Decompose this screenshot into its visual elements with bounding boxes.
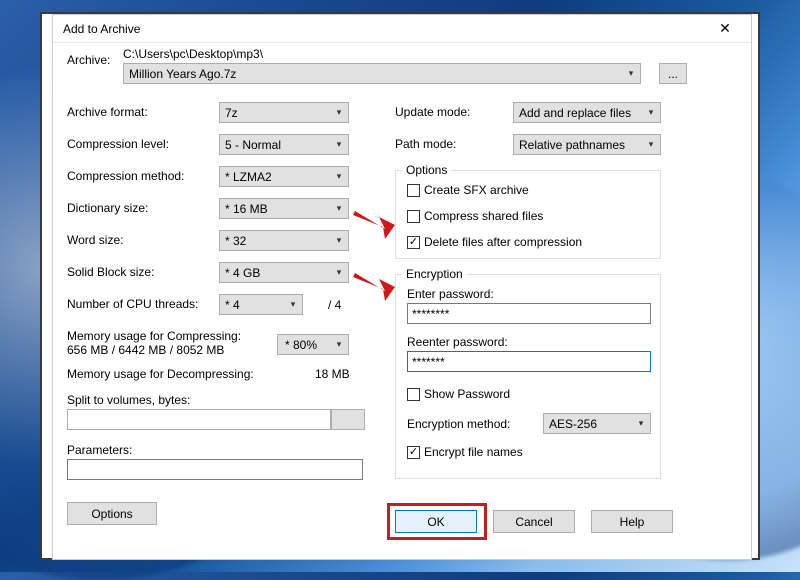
dict-value: * 16 MB (225, 202, 268, 216)
format-label: Archive format: (67, 105, 148, 119)
split-label: Split to volumes, bytes: (67, 393, 190, 407)
encnames-checkbox[interactable] (407, 446, 420, 459)
archive-path-text: C:\Users\pc\Desktop\mp3\ (123, 47, 263, 61)
threads-value: * 4 (225, 298, 240, 312)
encnames-label: Encrypt file names (424, 445, 523, 459)
word-label: Word size: (67, 233, 123, 247)
dict-label: Dictionary size: (67, 201, 148, 215)
word-value: * 32 (225, 234, 246, 248)
mem-compress-value: 656 MB / 6442 MB / 8052 MB (67, 343, 224, 357)
path-mode-label: Path mode: (395, 137, 456, 151)
params-input[interactable] (67, 459, 363, 480)
browse-button[interactable]: ... (659, 63, 687, 84)
options-group-legend: Options (402, 163, 451, 177)
annotation-arrow-icon (351, 205, 395, 239)
dialog-body: Archive: C:\Users\pc\Desktop\mp3\ Millio… (63, 45, 741, 549)
method-label: Compression method: (67, 169, 184, 183)
shared-checkbox[interactable] (407, 210, 420, 223)
encnames-checkbox-row[interactable]: Encrypt file names (407, 445, 523, 459)
screenshot-frame: Add to Archive ✕ Archive: C:\Users\pc\De… (40, 12, 760, 560)
sfx-label: Create SFX archive (424, 183, 529, 197)
encmethod-label: Encryption method: (407, 417, 510, 431)
params-label: Parameters: (67, 443, 132, 457)
pw1-label: Enter password: (407, 287, 494, 301)
format-combo[interactable] (219, 102, 349, 123)
split-dropdown-button[interactable] (331, 409, 365, 430)
sfx-checkbox[interactable] (407, 184, 420, 197)
showpw-label: Show Password (424, 387, 510, 401)
showpw-checkbox[interactable] (407, 388, 420, 401)
pw2-input[interactable] (407, 351, 651, 372)
sfx-checkbox-row[interactable]: Create SFX archive (407, 183, 529, 197)
ok-button[interactable]: OK (395, 510, 477, 533)
encmethod-value: AES-256 (549, 417, 597, 431)
split-combo[interactable] (67, 409, 331, 430)
delete-after-label: Delete files after compression (424, 235, 582, 249)
delete-after-checkbox[interactable] (407, 236, 420, 249)
titlebar: Add to Archive ✕ (53, 15, 751, 43)
block-value: * 4 GB (225, 266, 260, 280)
mem-pct-value: * 80% (285, 338, 317, 352)
encryption-group-legend: Encryption (402, 267, 467, 281)
cancel-button[interactable]: Cancel (493, 510, 575, 533)
format-value: 7z (225, 106, 238, 120)
delete-after-checkbox-row[interactable]: Delete files after compression (407, 235, 582, 249)
block-label: Solid Block size: (67, 265, 154, 279)
threads-label: Number of CPU threads: (67, 297, 198, 311)
update-mode-value: Add and replace files (519, 106, 631, 120)
shared-label: Compress shared files (424, 209, 543, 223)
mem-decompress-label: Memory usage for Decompressing: (67, 367, 254, 381)
path-mode-value: Relative pathnames (519, 138, 625, 152)
threads-total: / 4 (328, 298, 341, 312)
pw1-input[interactable] (407, 303, 651, 324)
level-value: 5 - Normal (225, 138, 281, 152)
options-button[interactable]: Options (67, 502, 157, 525)
window-title: Add to Archive (63, 22, 705, 36)
annotation-arrow-icon (351, 267, 395, 301)
dialog-add-to-archive: Add to Archive ✕ Archive: C:\Users\pc\De… (52, 14, 752, 560)
archive-file-combo-value: Million Years Ago.7z (129, 67, 236, 81)
level-label: Compression level: (67, 137, 169, 151)
archive-label: Archive: (67, 53, 110, 67)
shared-checkbox-row[interactable]: Compress shared files (407, 209, 543, 223)
mem-compress-label: Memory usage for Compressing: (67, 329, 241, 343)
showpw-checkbox-row[interactable]: Show Password (407, 387, 510, 401)
close-icon: ✕ (719, 20, 731, 37)
close-button[interactable]: ✕ (705, 18, 745, 40)
update-mode-label: Update mode: (395, 105, 470, 119)
pw2-label: Reenter password: (407, 335, 508, 349)
method-value: * LZMA2 (225, 170, 272, 184)
help-button[interactable]: Help (591, 510, 673, 533)
mem-decompress-value: 18 MB (315, 367, 350, 381)
